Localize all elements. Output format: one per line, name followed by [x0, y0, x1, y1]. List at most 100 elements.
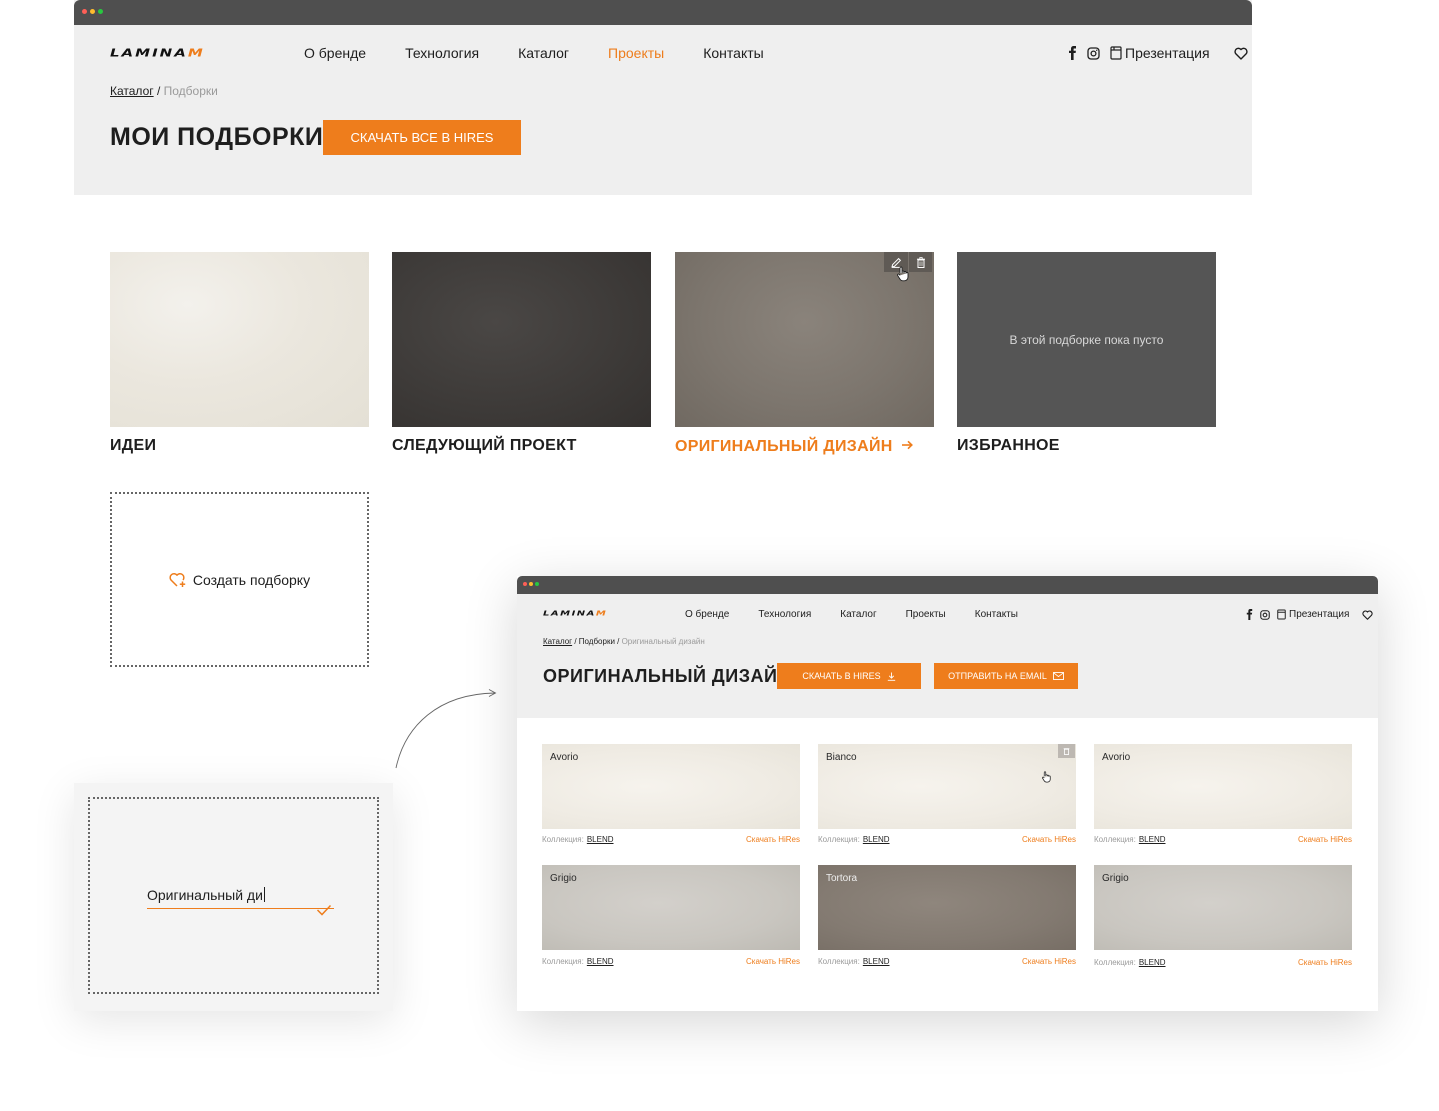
- new-collection-box: Оригинальный ди: [88, 797, 379, 994]
- collection-detail-window: LAMINAM О бренде Технология Каталог Прое…: [517, 576, 1378, 1011]
- tile-grigio[interactable]: Grigio: [542, 865, 800, 950]
- tile-avorio[interactable]: Avorio: [1094, 744, 1352, 829]
- maximize-dot[interactable]: [98, 9, 103, 14]
- create-collection-button[interactable]: Создать подборку: [110, 492, 369, 667]
- breadcrumb-current: Оригинальный дизайн: [621, 637, 705, 646]
- logo-accent: M: [595, 609, 608, 618]
- download-hires-link[interactable]: Скачать HiRes: [1022, 835, 1076, 844]
- collection-label: Коллекция:: [1094, 835, 1136, 844]
- collection-link[interactable]: BLEND: [1139, 835, 1166, 844]
- trash-icon[interactable]: [1058, 744, 1075, 758]
- close-dot[interactable]: [523, 582, 527, 586]
- presentation-link[interactable]: Презентация: [1277, 609, 1349, 620]
- download-hires-link[interactable]: Скачать HiRes: [746, 957, 800, 966]
- collection-link[interactable]: BLEND: [863, 835, 890, 844]
- page-title: МОИ ПОДБОРКИ: [110, 123, 324, 151]
- presentation-icon: [1277, 609, 1286, 620]
- logo-text: LAMINA: [110, 46, 188, 60]
- tile-grigio[interactable]: Grigio: [1094, 865, 1352, 950]
- collection-name-value: Оригинальный ди: [147, 887, 263, 903]
- collection-label: Коллекция:: [542, 835, 584, 844]
- collection-title-next-project[interactable]: СЛЕДУЮЩИЙ ПРОЕКТ: [392, 437, 577, 455]
- tile-meta: Коллекция: BLEND Скачать HiRes: [542, 957, 800, 966]
- breadcrumb-selections[interactable]: Подборки: [579, 637, 615, 646]
- page-title: ОРИГИНАЛЬНЫЙ ДИЗАЙН: [543, 666, 791, 686]
- download-hires-button[interactable]: СКАЧАТЬ В HIRES: [777, 663, 921, 689]
- collection-title-ideas[interactable]: ИДЕИ: [110, 437, 156, 455]
- download-hires-link[interactable]: Скачать HiRes: [746, 835, 800, 844]
- breadcrumb-separator: /: [153, 84, 164, 98]
- download-hires-link[interactable]: Скачать HiRes: [1298, 958, 1352, 967]
- instagram-icon[interactable]: [1260, 609, 1270, 620]
- tile-name: Bianco: [826, 752, 857, 763]
- new-collection-panel: Оригинальный ди: [74, 783, 393, 1011]
- minimize-dot[interactable]: [529, 582, 533, 586]
- nav-item-catalog[interactable]: Каталог: [840, 609, 876, 620]
- window-controls: [523, 582, 539, 586]
- facebook-icon[interactable]: [1246, 609, 1253, 620]
- brand-logo[interactable]: LAMINAM: [543, 610, 607, 618]
- collection-title-favorites[interactable]: ИЗБРАННОЕ: [957, 437, 1060, 455]
- breadcrumb-separator: /: [614, 637, 622, 646]
- minimize-dot[interactable]: [90, 9, 95, 14]
- collection-link[interactable]: BLEND: [587, 835, 614, 844]
- collection-link[interactable]: BLEND: [863, 957, 890, 966]
- nav-item-brand[interactable]: О бренде: [685, 609, 729, 620]
- hand-cursor-icon: [1041, 770, 1052, 788]
- collection-name-input[interactable]: Оригинальный ди: [147, 887, 334, 909]
- logo-text: LAMINA: [543, 609, 596, 618]
- arrow-right-icon: [901, 437, 913, 455]
- window-controls: [82, 9, 103, 14]
- nav-item-catalog[interactable]: Каталог: [518, 45, 569, 61]
- maximize-dot[interactable]: [535, 582, 539, 586]
- close-dot[interactable]: [82, 9, 87, 14]
- collection-cover-ideas[interactable]: [110, 252, 369, 427]
- instagram-icon[interactable]: [1087, 46, 1100, 60]
- nav-item-brand[interactable]: О бренде: [304, 45, 366, 61]
- mail-icon: [1052, 672, 1064, 680]
- download-hires-link[interactable]: Скачать HiRes: [1298, 835, 1352, 844]
- collection-cover-favorites[interactable]: В этой подборке пока пусто: [957, 252, 1216, 427]
- main-nav: О бренде Технология Каталог Проекты Конт…: [304, 45, 803, 61]
- send-email-button[interactable]: ОТПРАВИТЬ НА EMAIL: [934, 663, 1078, 689]
- trash-icon[interactable]: [908, 252, 932, 272]
- presentation-link[interactable]: Презентация: [1110, 45, 1210, 61]
- send-email-label: ОТПРАВИТЬ НА EMAIL: [948, 671, 1047, 681]
- collection-label: Коллекция:: [818, 957, 860, 966]
- tile-avorio[interactable]: Avorio: [542, 744, 800, 829]
- breadcrumb-current: Подборки: [163, 84, 218, 98]
- text-caret: [263, 887, 265, 902]
- tile-name: Avorio: [1102, 752, 1131, 763]
- empty-collection-text: В этой подборке пока пусто: [1009, 332, 1164, 347]
- connector-arrow-icon: [393, 686, 503, 776]
- tile-meta: Коллекция: BLEND Скачать HiRes: [542, 835, 800, 844]
- collection-link[interactable]: BLEND: [1139, 958, 1166, 967]
- facebook-icon[interactable]: [1068, 46, 1077, 60]
- heart-icon[interactable]: [1234, 47, 1248, 60]
- nav-item-projects[interactable]: Проекты: [608, 45, 664, 61]
- nav-item-technology[interactable]: Технология: [405, 45, 479, 61]
- breadcrumb-catalog[interactable]: Каталог: [110, 84, 154, 98]
- collection-cover-next-project[interactable]: [392, 252, 651, 427]
- download-hires-label: СКАЧАТЬ В HIRES: [802, 671, 881, 681]
- tile-bianco[interactable]: Bianco: [818, 744, 1076, 829]
- breadcrumb-catalog[interactable]: Каталог: [543, 637, 572, 646]
- nav-item-contacts[interactable]: Контакты: [703, 45, 763, 61]
- collection-title-original-design[interactable]: ОРИГИНАЛЬНЫЙ ДИЗАЙН: [675, 437, 913, 456]
- collection-link[interactable]: BLEND: [587, 957, 614, 966]
- tile-name: Avorio: [550, 752, 579, 763]
- tile-name: Grigio: [550, 873, 577, 884]
- download-hires-link[interactable]: Скачать HiRes: [1022, 957, 1076, 966]
- brand-logo[interactable]: LAMINAM: [110, 47, 205, 60]
- download-all-hires-button[interactable]: СКАЧАТЬ ВСЕ В HIRES: [323, 120, 521, 155]
- nav-item-projects[interactable]: Проекты: [906, 609, 946, 620]
- heart-icon[interactable]: [1362, 609, 1373, 620]
- check-icon[interactable]: [316, 903, 332, 921]
- tile-tortora[interactable]: Tortora: [818, 865, 1076, 950]
- main-window-header: LAMINAM О бренде Технология Каталог Прое…: [74, 0, 1252, 195]
- logo-accent: M: [187, 46, 205, 60]
- nav-item-contacts[interactable]: Контакты: [975, 609, 1018, 620]
- collection-title-original-design-text: ОРИГИНАЛЬНЫЙ ДИЗАЙН: [675, 438, 893, 455]
- breadcrumb: Каталог / Подборки: [110, 84, 218, 98]
- nav-item-technology[interactable]: Технология: [758, 609, 811, 620]
